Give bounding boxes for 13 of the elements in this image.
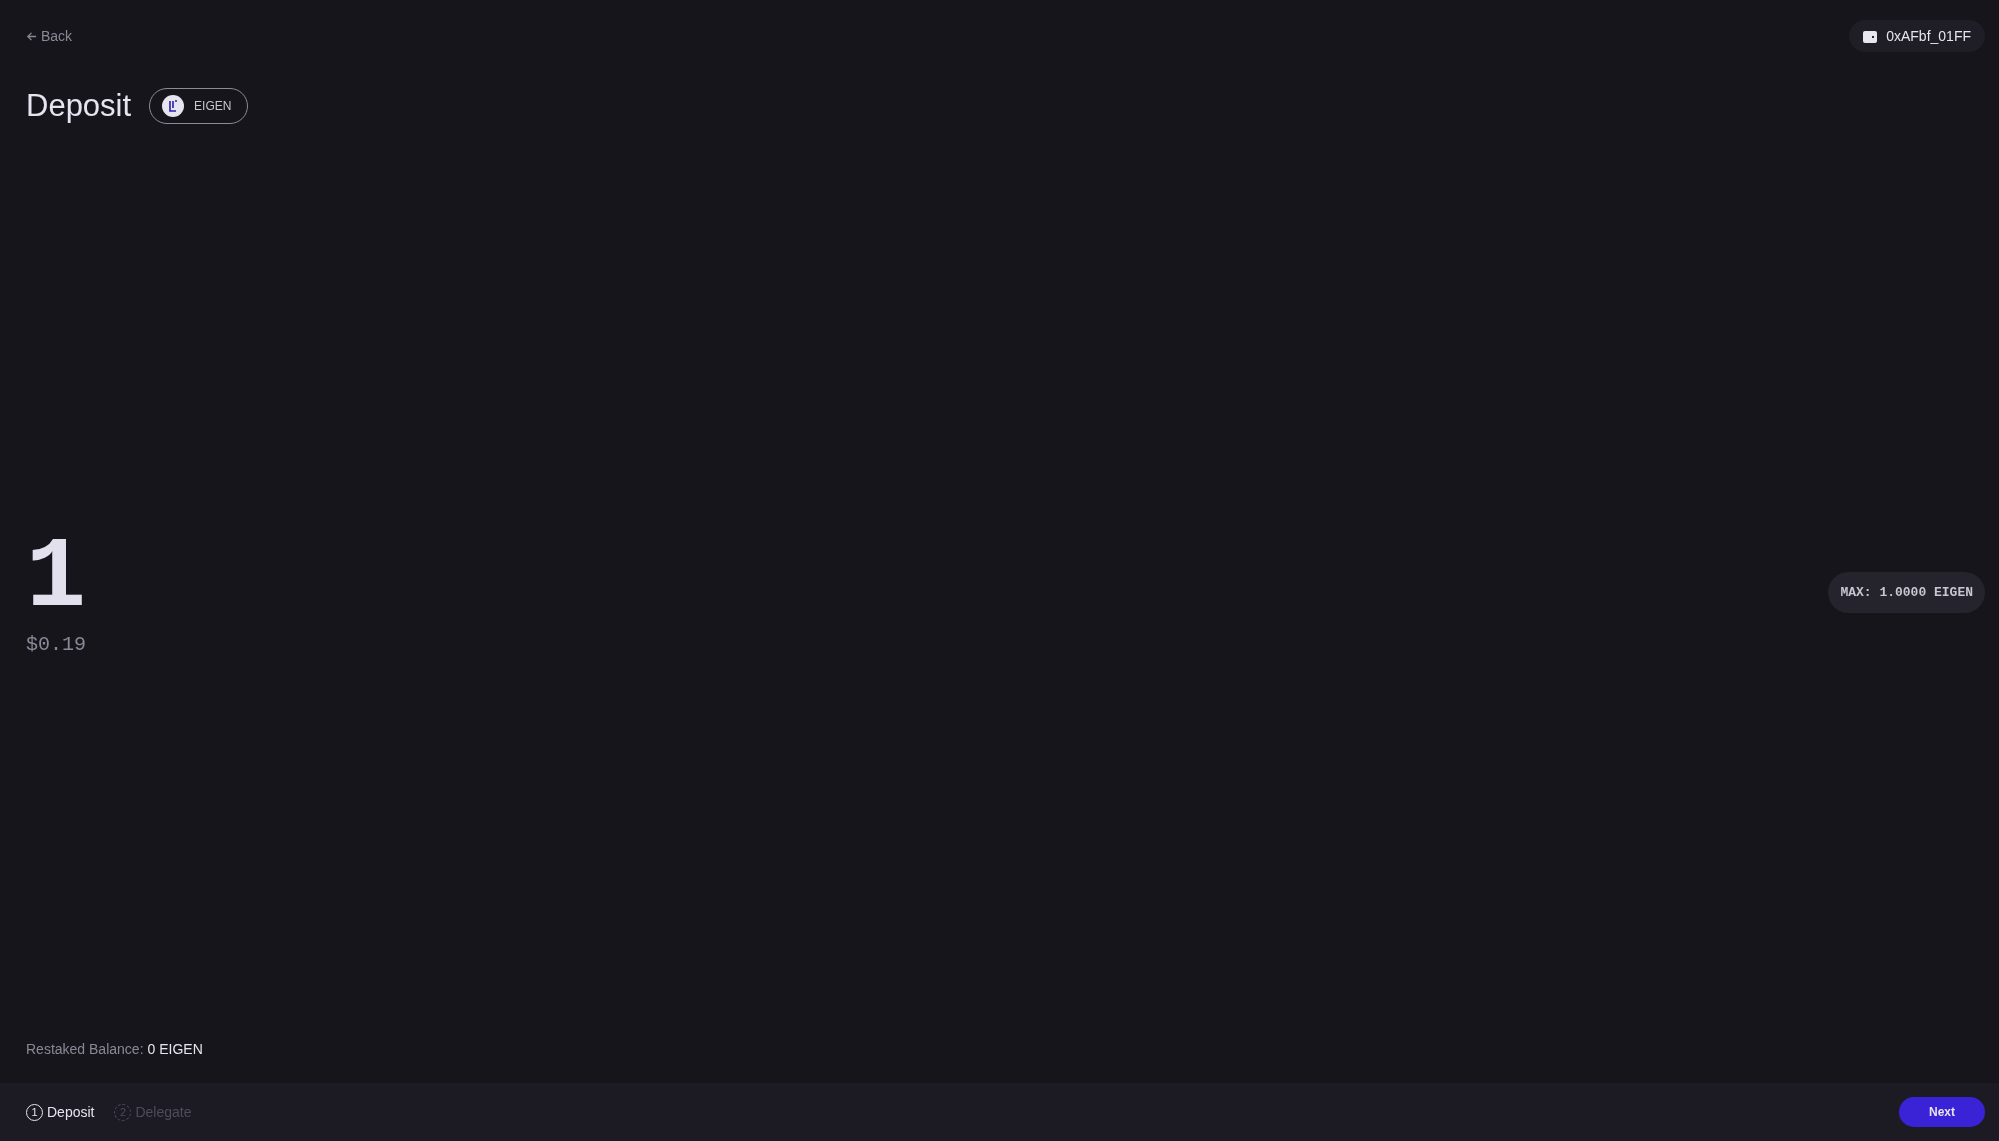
amount-input[interactable]: 1 xyxy=(26,529,86,629)
wallet-icon xyxy=(1863,29,1878,43)
step-label: Deposit xyxy=(47,1104,95,1120)
next-button[interactable]: Next xyxy=(1899,1097,1985,1127)
token-logo-icon xyxy=(162,95,185,117)
back-link[interactable]: Back xyxy=(26,28,73,44)
max-button[interactable]: MAX: 1.0000 EIGEN xyxy=(1828,572,1985,613)
balance-value: 0 EIGEN xyxy=(147,1041,203,1057)
page-title: Deposit xyxy=(26,88,132,124)
balance-label: Restaked Balance: xyxy=(26,1041,144,1057)
wallet-button[interactable]: 0xAFbf_01FF xyxy=(1849,20,1985,52)
usd-value: $0.19 xyxy=(26,633,86,656)
arrow-left-icon xyxy=(26,30,37,42)
